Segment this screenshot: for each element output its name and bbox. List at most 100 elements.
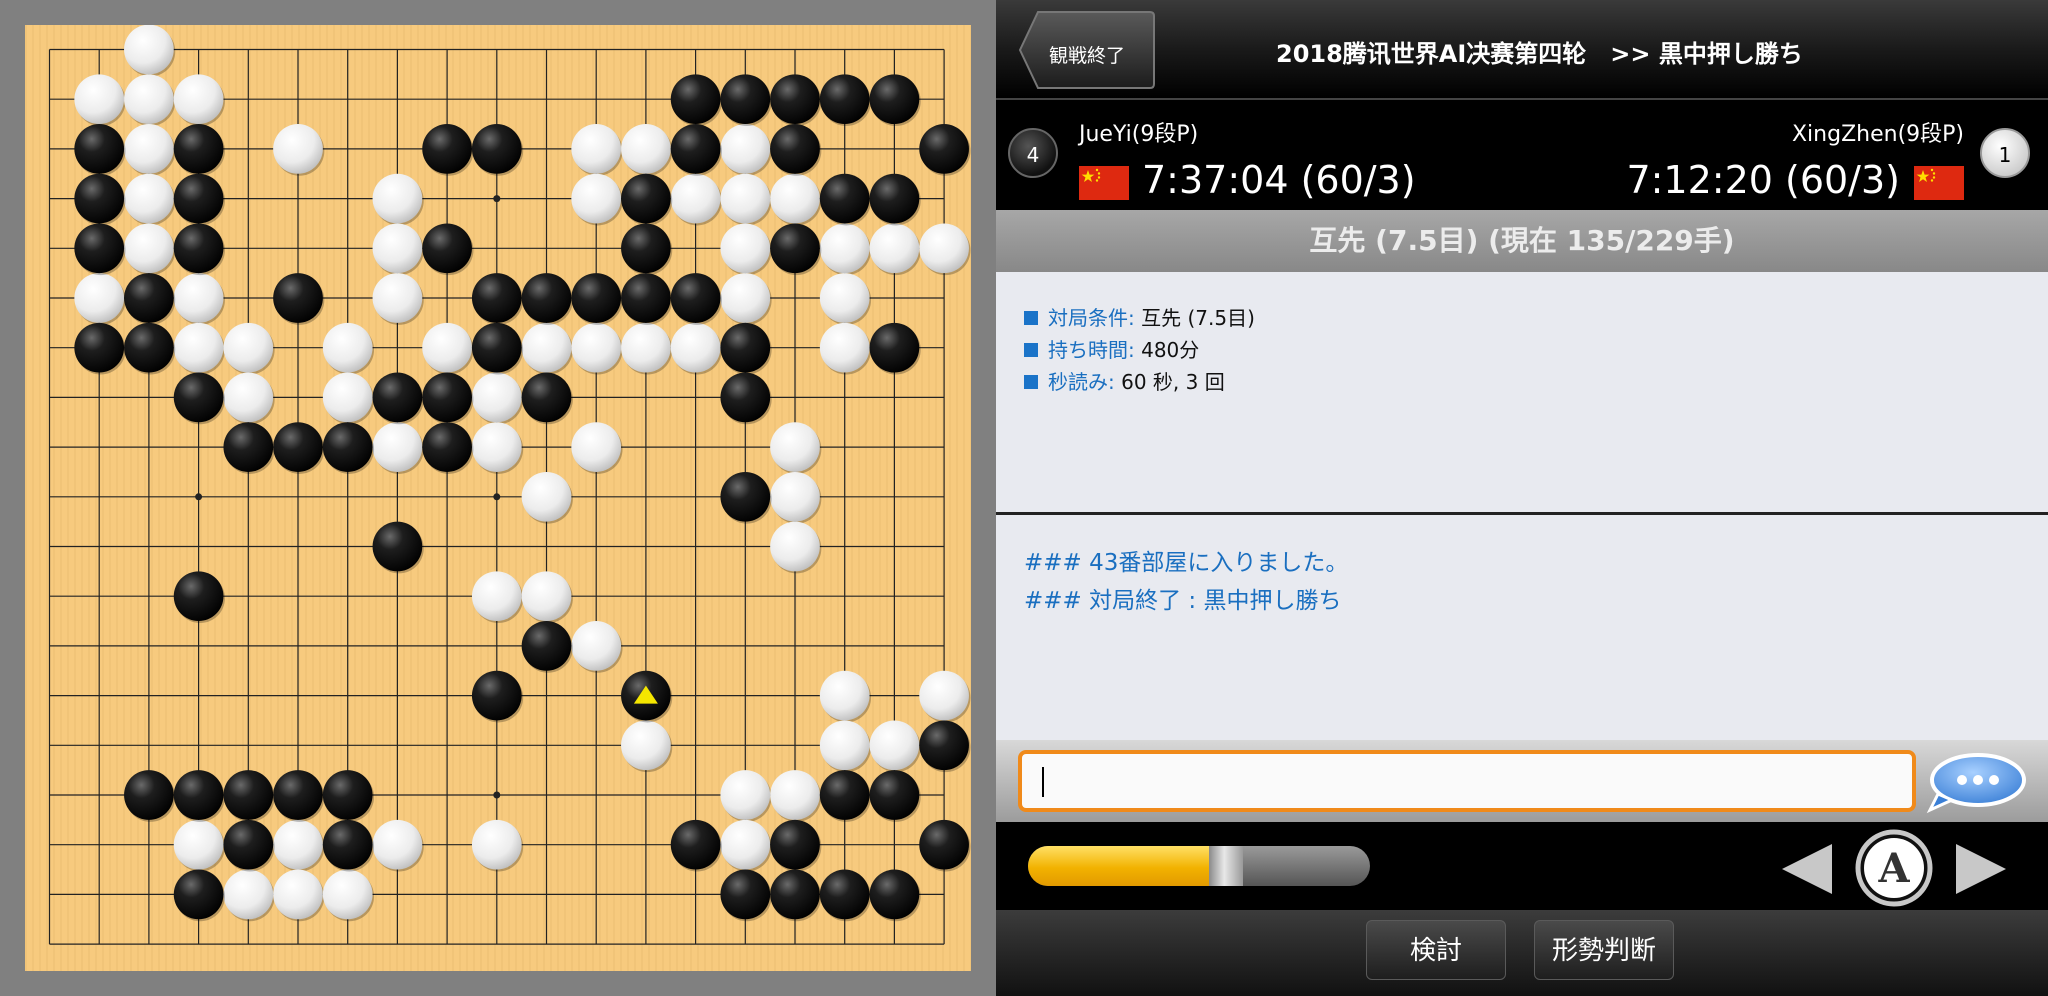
- black-stone: [223, 770, 274, 820]
- black-stone: [869, 173, 920, 224]
- white-stone: [471, 372, 522, 423]
- white-rank-badge: 1: [1980, 128, 2030, 178]
- black-stone: [273, 422, 323, 472]
- black-stone: [720, 869, 771, 920]
- white-stone: [273, 819, 323, 870]
- star-point: [195, 493, 203, 501]
- auto-play-button[interactable]: A: [1854, 828, 1934, 908]
- white-stone: [322, 869, 373, 920]
- players-bar: 4 JueYi(9段P) 7:37:04 (60/3) XingZhen(9段P…: [996, 100, 2048, 210]
- position-judgement-button[interactable]: 形勢判断: [1534, 920, 1674, 980]
- time-limit-label: 持ち時間:: [1048, 338, 1135, 362]
- white-stone: [571, 173, 622, 224]
- white-stone: [819, 322, 870, 373]
- white-stone: [372, 422, 423, 472]
- byoyomi-label: 秒読み:: [1048, 370, 1115, 394]
- white-stone: [770, 521, 820, 572]
- black-clock: 7:37:04 (60/3): [1142, 158, 1416, 202]
- black-stone: [273, 770, 323, 820]
- white-stone: [621, 322, 671, 373]
- white-stone: [422, 322, 472, 373]
- black-stone: [720, 74, 771, 125]
- black-stone: [422, 422, 472, 472]
- black-stone: [173, 571, 224, 622]
- slider-handle[interactable]: [1209, 846, 1243, 886]
- bullet-square-icon: [1024, 310, 1038, 325]
- white-stone: [471, 422, 522, 472]
- chat-message: ### 43番部屋に入りました。: [1024, 550, 1349, 576]
- board-panel: [0, 0, 996, 996]
- white-stone: [223, 869, 274, 920]
- black-stone: [173, 173, 224, 224]
- white-stone: [372, 273, 423, 323]
- go-board[interactable]: [25, 25, 971, 971]
- black-stone: [471, 322, 522, 373]
- black-player-name: JueYi(9段P): [1079, 122, 1199, 147]
- white-stone: [124, 124, 174, 174]
- black-stone: [720, 322, 771, 373]
- black-stone: [372, 372, 423, 423]
- white-stone: [770, 422, 820, 472]
- white-stone: [173, 819, 224, 870]
- go-board-grid[interactable]: [25, 25, 971, 971]
- black-stone: [322, 819, 373, 870]
- black-stone: [919, 124, 969, 174]
- previous-move-button[interactable]: [1778, 840, 1836, 898]
- black-stone: [322, 422, 373, 472]
- white-stone: [869, 720, 920, 771]
- bullet-square-icon: [1024, 374, 1038, 389]
- star-point: [493, 791, 501, 799]
- black-stone: [223, 819, 274, 870]
- black-stone: [422, 372, 472, 423]
- black-stone: [273, 273, 323, 323]
- white-stone: [471, 819, 522, 870]
- game-status-bar: 互先 (7.5目) (現在 135/229手): [996, 210, 2048, 272]
- white-stone: [621, 124, 671, 174]
- black-stone: [74, 124, 125, 174]
- black-stone: [521, 273, 572, 323]
- white-stone: [223, 372, 274, 423]
- black-stone: [919, 819, 969, 870]
- black-stone: [770, 124, 820, 174]
- black-stone: [521, 372, 572, 423]
- chat-log[interactable]: ### 43番部屋に入りました。 ### 対局終了 : 黒中押し勝ち: [996, 515, 2048, 740]
- white-stone: [720, 124, 771, 174]
- black-stone: [869, 322, 920, 373]
- black-stone: [422, 124, 472, 174]
- black-stone: [919, 720, 969, 771]
- end-viewing-button[interactable]: 観戦終了: [1018, 10, 1156, 90]
- white-player-name: XingZhen(9段P): [1791, 122, 1964, 147]
- black-stone: [770, 869, 820, 920]
- black-stone: [471, 124, 522, 174]
- black-stone: [819, 74, 870, 125]
- next-move-button[interactable]: [1952, 840, 2010, 898]
- game-title: 2018腾讯世界AI决赛第四轮 >> 黒中押し勝ち: [1276, 40, 1803, 68]
- star-point: [493, 195, 501, 203]
- white-stone: [919, 223, 969, 274]
- black-stone: [770, 74, 820, 125]
- white-stone: [770, 471, 820, 522]
- white-stone: [173, 322, 224, 373]
- black-stone: [770, 819, 820, 870]
- black-stone: [223, 422, 274, 472]
- send-message-button[interactable]: [1926, 752, 2026, 816]
- white-stone: [571, 422, 622, 472]
- white-stone: [521, 471, 572, 522]
- time-limit-value: 480分: [1141, 338, 1200, 362]
- white-stone: [819, 273, 870, 323]
- black-stone: [621, 273, 671, 323]
- white-stone: [819, 720, 870, 771]
- move-progress-slider[interactable]: [1028, 846, 1370, 886]
- black-stone: [422, 223, 472, 274]
- study-button[interactable]: 検討: [1366, 920, 1506, 980]
- black-stone: [819, 173, 870, 224]
- chat-input[interactable]: [1018, 750, 1916, 812]
- black-stone: [124, 322, 174, 373]
- chat-message: ### 対局終了 : 黒中押し勝ち: [1024, 588, 1342, 614]
- rules-label: 対局条件:: [1048, 306, 1135, 330]
- white-stone: [74, 273, 125, 323]
- black-stone: [372, 521, 423, 572]
- black-stone: [322, 770, 373, 820]
- playback-controls: A: [996, 822, 2048, 910]
- white-stone: [124, 223, 174, 274]
